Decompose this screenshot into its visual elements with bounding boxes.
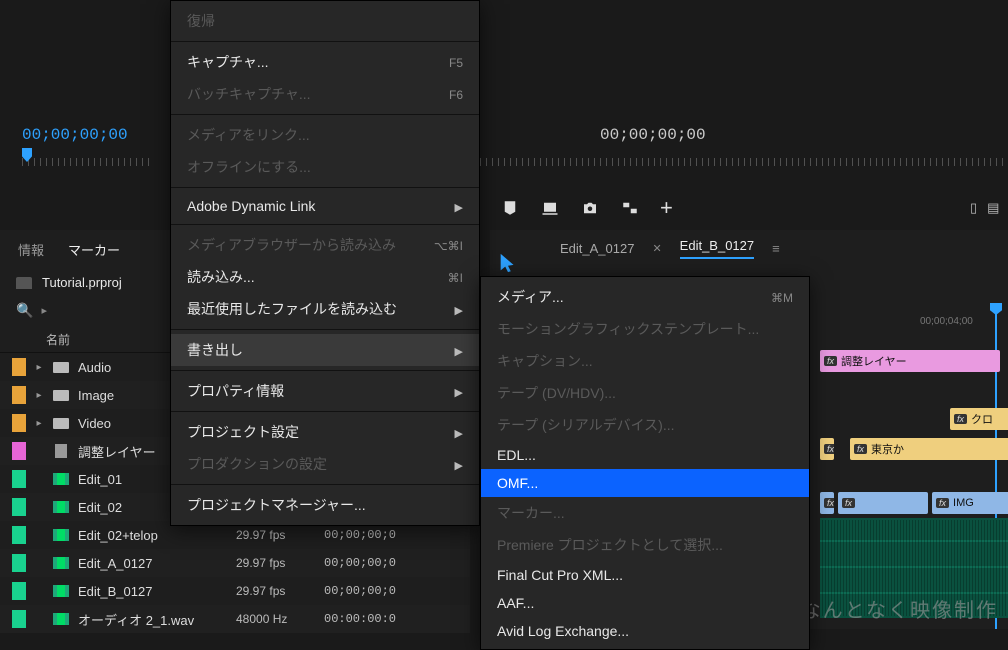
menu-item[interactable]: プロジェクトマネージャー... — [171, 489, 479, 521]
menu-item[interactable]: OMF... — [481, 469, 809, 497]
clip-tokyo[interactable]: fx東京か — [850, 438, 1008, 460]
project-icon — [16, 277, 32, 289]
tab-markers[interactable]: マーカー — [68, 240, 120, 259]
expand-icon[interactable]: ▸ — [34, 362, 44, 373]
timeline-tab-b[interactable]: Edit_B_0127 — [680, 238, 754, 259]
clip-v1b[interactable]: fx — [838, 492, 928, 514]
ruler-tick: 00;00;04;00 — [920, 316, 973, 327]
program-ruler[interactable] — [480, 150, 1008, 168]
new-item-icon[interactable]: ▤ — [987, 200, 999, 216]
close-tab-icon[interactable]: ✕ — [652, 242, 661, 255]
seq-icon — [52, 500, 70, 514]
menu-item: テープ (シリアルデバイス)... — [481, 409, 809, 441]
selection-tool-icon[interactable] — [497, 252, 519, 274]
item-name: Edit_B_0127 — [78, 584, 228, 599]
label-color — [12, 358, 26, 376]
expand-icon[interactable]: ▸ — [34, 418, 44, 429]
label-color — [12, 554, 26, 572]
label-color — [12, 414, 26, 432]
label-color — [12, 582, 26, 600]
compare-icon[interactable] — [620, 199, 640, 217]
program-timecode: 00;00;00;00 — [600, 126, 706, 144]
menu-item[interactable]: プロジェクト設定▶ — [171, 416, 479, 448]
doc-icon — [52, 444, 70, 458]
export-submenu: メディア...⌘Mモーショングラフィックステンプレート...キャプション...テ… — [480, 276, 810, 650]
seq-icon — [52, 528, 70, 542]
seq-icon — [52, 472, 70, 486]
item-name: Edit_A_0127 — [78, 556, 228, 571]
label-color — [12, 610, 26, 628]
menu-item[interactable]: AAF... — [481, 589, 809, 617]
bin-icon[interactable]: ▯ — [970, 200, 977, 216]
item-fps: 29.97 fps — [236, 528, 316, 542]
menu-item[interactable]: 読み込み...⌘I — [171, 261, 479, 293]
camera-icon[interactable] — [580, 199, 600, 217]
project-item[interactable]: Edit_B_0127 29.97 fps 00;00;00;0 — [0, 577, 470, 605]
menu-item[interactable]: 書き出し▶ — [171, 334, 479, 366]
item-fps: 29.97 fps — [236, 584, 316, 598]
project-filename: Tutorial.prproj — [42, 275, 122, 290]
timeline-ruler[interactable]: 00;00;04;00 — [820, 316, 1008, 334]
folder-icon — [52, 360, 70, 374]
clip-small[interactable]: fx — [820, 438, 834, 460]
file-menu: 復帰キャプチャ...F5バッチキャプチャ...F6 メディアをリンク...オフライ… — [170, 0, 480, 526]
menu-item[interactable]: メディア...⌘M — [481, 281, 809, 313]
menu-item[interactable]: プロパティ情報▶ — [171, 375, 479, 407]
menu-item[interactable]: キャプチャ...F5 — [171, 46, 479, 78]
project-item[interactable]: Edit_A_0127 29.97 fps 00;00;00;0 — [0, 549, 470, 577]
clip-v1a[interactable]: fx — [820, 492, 834, 514]
menu-item: テープ (DV/HDV)... — [481, 377, 809, 409]
source-ruler[interactable] — [22, 150, 152, 168]
menu-item[interactable]: Adobe Dynamic Link▶ — [171, 192, 479, 220]
add-marker-icon[interactable] — [500, 199, 520, 217]
tab-info[interactable]: 情報 — [18, 240, 44, 259]
chevron-right-icon[interactable]: ▸ — [41, 304, 47, 317]
expand-icon[interactable]: ▸ — [34, 390, 44, 401]
menu-item: メディアブラウザーから読み込み⌥⌘I — [171, 229, 479, 261]
item-timecode: 00;00;00;0 — [324, 556, 396, 570]
label-color — [12, 386, 26, 404]
program-monitor: 00;00;00;00 + — [480, 0, 1008, 200]
menu-item[interactable]: Avid Log Exchange... — [481, 617, 809, 645]
item-fps: 48000 Hz — [236, 612, 316, 626]
menu-item: オフラインにする... — [171, 151, 479, 183]
source-monitor: 00;00;00;00 — [0, 0, 170, 200]
item-timecode: 00;00;00;0 — [324, 528, 396, 542]
folder-icon — [52, 388, 70, 402]
item-timecode: 00:00:00:0 — [324, 612, 396, 626]
search-icon[interactable]: 🔍 — [16, 302, 33, 319]
folder-icon — [52, 416, 70, 430]
export-frame-icon[interactable] — [540, 199, 560, 217]
item-name: Edit_02+telop — [78, 528, 228, 543]
item-timecode: 00;00;00;0 — [324, 584, 396, 598]
seq-icon — [52, 556, 70, 570]
menu-item: モーショングラフィックステンプレート... — [481, 313, 809, 345]
label-color — [12, 498, 26, 516]
clip-adjustment[interactable]: fx調整レイヤー — [820, 350, 1000, 372]
timeline-tab-a[interactable]: Edit_A_0127 — [560, 241, 634, 256]
clip-img[interactable]: fxIMG — [932, 492, 1008, 514]
add-button-icon[interactable]: + — [660, 195, 673, 221]
clip-kuro[interactable]: fxクロ — [950, 408, 1008, 430]
item-name: オーディオ 2_1.wav — [78, 610, 228, 629]
item-fps: 29.97 fps — [236, 556, 316, 570]
menu-item: メディアをリンク... — [171, 119, 479, 151]
label-color — [12, 526, 26, 544]
menu-item: マーカー... — [481, 497, 809, 529]
label-color — [12, 470, 26, 488]
label-color — [12, 442, 26, 460]
menu-item[interactable]: Final Cut Pro XML... — [481, 561, 809, 589]
menu-item: 復帰 — [171, 5, 479, 37]
source-timecode: 00;00;00;00 — [22, 126, 128, 144]
seq-icon — [52, 584, 70, 598]
menu-item: バッチキャプチャ...F6 — [171, 78, 479, 110]
menu-item: プロダクションの設定▶ — [171, 448, 479, 480]
menu-item[interactable]: EDL... — [481, 441, 809, 469]
menu-item: Premiere プロジェクトとして選択... — [481, 529, 809, 561]
aud-icon — [52, 612, 70, 626]
panel-menu-icon[interactable]: ≡ — [772, 241, 780, 256]
menu-item: キャプション... — [481, 345, 809, 377]
menu-item[interactable]: 最近使用したファイルを読み込む▶ — [171, 293, 479, 325]
